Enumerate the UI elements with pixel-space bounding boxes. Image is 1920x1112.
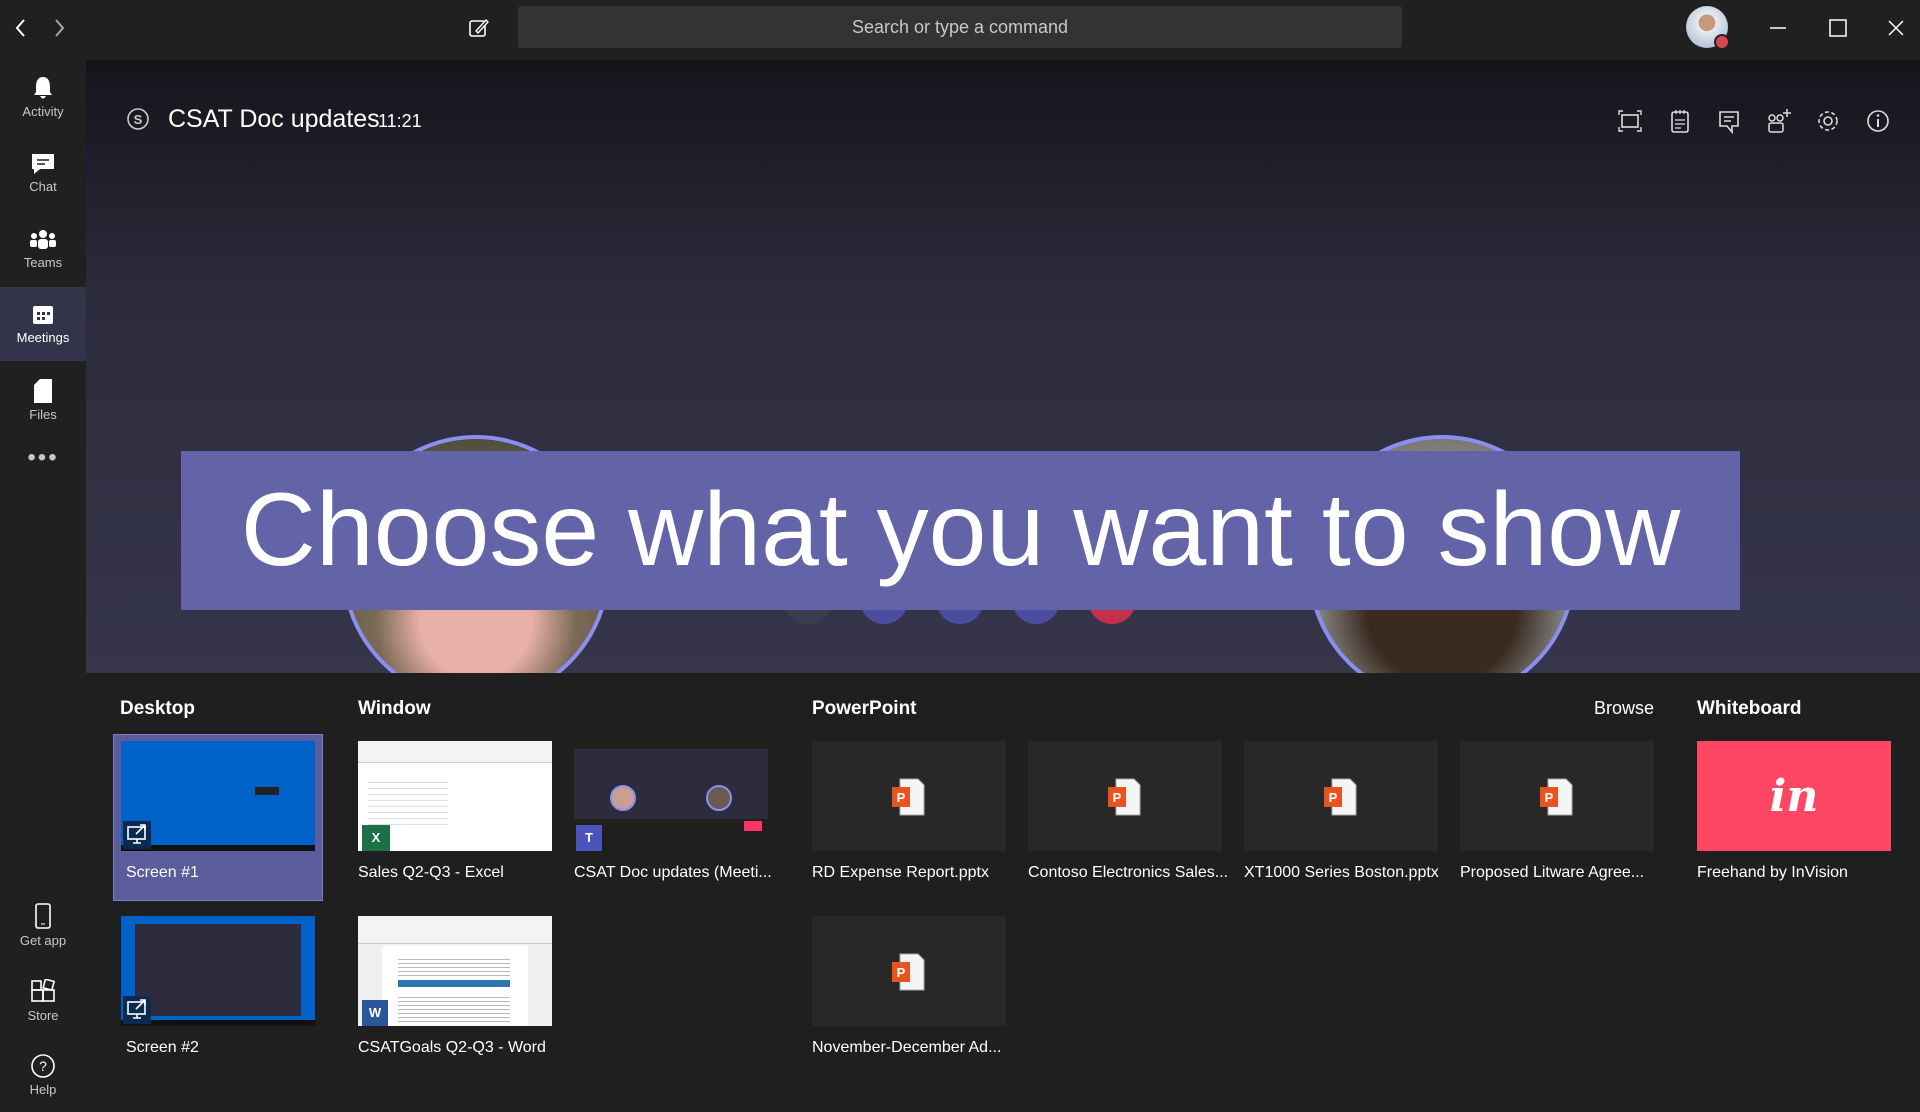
sidebar-item-label: Meetings (16, 330, 70, 345)
minimize-icon[interactable] (1768, 18, 1788, 38)
ppt-file-tile[interactable]: P (1244, 741, 1438, 851)
sidebar-item-teams[interactable]: Teams (0, 212, 86, 286)
presence-busy-badge (1714, 34, 1730, 50)
tile-label: CSATGoals Q2-Q3 - Word (358, 1039, 546, 1056)
teams-window-thumbnail[interactable]: T (574, 741, 768, 851)
tile-label: Proposed Litware Agree... (1460, 864, 1645, 881)
section-header-window: Window (358, 698, 431, 719)
ppt-file-tile[interactable]: P (812, 916, 1006, 1026)
more-apps-button[interactable]: ••• (0, 438, 86, 478)
svg-text:P: P (897, 790, 906, 805)
screen-1-thumbnail (121, 741, 315, 851)
meeting-duration: 11:21 (378, 111, 422, 131)
svg-text:P: P (1329, 790, 1338, 805)
tile-label: XT1000 Series Boston.pptx (1244, 864, 1439, 881)
app-bar: Activity Chat Teams Meetings Files ••• G… (0, 60, 86, 1097)
screen-2-thumbnail[interactable] (121, 916, 315, 1026)
meeting-title: CSAT Doc updates (168, 105, 380, 133)
sidebar-item-label: Get app (19, 933, 67, 948)
tile-label: CSAT Doc updates (Meeti... (574, 864, 772, 881)
close-icon[interactable] (1886, 18, 1906, 38)
ppt-file-tile[interactable]: P (812, 741, 1006, 851)
sidebar-item-meetings[interactable]: Meetings (0, 287, 86, 361)
sidebar-item-get-app[interactable]: Get app (0, 888, 86, 962)
section-header-desktop: Desktop (120, 698, 195, 719)
instruction-banner: Choose what you want to show (181, 451, 1740, 610)
search-input[interactable]: Search or type a command (518, 6, 1402, 48)
compose-icon[interactable] (468, 17, 490, 39)
svg-text:P: P (1113, 790, 1122, 805)
sidebar-item-help[interactable]: ? Help (0, 1038, 86, 1112)
powerpoint-icon: P (1108, 778, 1141, 816)
svg-text:P: P (897, 965, 906, 980)
svg-text:P: P (1545, 790, 1554, 805)
tile-label: November-December Ad... (812, 1039, 1002, 1056)
file-icon (34, 379, 52, 403)
svg-text:S: S (134, 112, 143, 127)
invision-whiteboard-tile[interactable]: in (1697, 741, 1891, 851)
tile-label: Freehand by InVision (1697, 864, 1848, 881)
browse-button[interactable]: Browse (1594, 698, 1654, 719)
skype-icon: S (127, 108, 149, 130)
sidebar-item-activity[interactable]: Activity (0, 60, 86, 134)
excel-icon: X (362, 825, 390, 851)
chat-icon (32, 154, 54, 174)
conversation-icon[interactable] (1718, 110, 1742, 134)
bell-icon (34, 77, 52, 99)
ppt-file-tile[interactable]: P (1460, 741, 1654, 851)
help-icon: ? (31, 1054, 55, 1078)
more-icon: ••• (27, 444, 59, 471)
tile-label: Screen #1 (126, 864, 199, 881)
info-icon[interactable] (1866, 109, 1890, 133)
add-people-icon[interactable] (1766, 108, 1792, 134)
powerpoint-icon: P (1324, 778, 1357, 816)
excel-window-thumbnail[interactable]: X (358, 741, 552, 851)
tile-label: Sales Q2-Q3 - Excel (358, 864, 504, 881)
word-icon: W (362, 1000, 388, 1026)
screen-share-icon (123, 821, 151, 849)
sidebar-item-label: Help (29, 1082, 57, 1097)
phone-icon (35, 903, 51, 929)
powerpoint-icon: P (892, 953, 925, 991)
sidebar-item-label: Activity (22, 104, 64, 119)
notes-icon[interactable] (1670, 108, 1690, 134)
word-window-thumbnail[interactable]: W (358, 916, 552, 1026)
ppt-file-tile[interactable]: P (1028, 741, 1222, 851)
sidebar-item-files[interactable]: Files (0, 363, 86, 437)
sidebar-item-store[interactable]: Store (0, 964, 86, 1038)
back-icon[interactable] (14, 18, 28, 38)
store-icon (31, 979, 56, 1002)
calendar-icon (33, 306, 53, 324)
tile-label: Contoso Electronics Sales... (1028, 864, 1229, 881)
maximize-icon[interactable] (1828, 18, 1848, 38)
svg-text:?: ? (39, 1058, 47, 1074)
forward-icon[interactable] (52, 18, 66, 38)
tile-label: RD Expense Report.pptx (812, 864, 989, 881)
section-header-whiteboard: Whiteboard (1697, 698, 1802, 719)
sidebar-item-label: Store (27, 1008, 59, 1023)
title-bar: Search or type a command (0, 0, 1920, 60)
sidebar-item-chat[interactable]: Chat (0, 136, 86, 210)
screen-share-icon (123, 996, 151, 1024)
invision-logo: in (1769, 770, 1819, 822)
tile-label: Screen #2 (126, 1039, 199, 1056)
settings-gear-icon[interactable] (1816, 109, 1840, 133)
powerpoint-icon: P (1540, 778, 1573, 816)
sidebar-item-label: Files (29, 407, 57, 422)
section-header-powerpoint: PowerPoint (812, 698, 917, 719)
teams-icon (30, 230, 56, 249)
fullscreen-icon[interactable] (1618, 110, 1642, 132)
teams-icon: T (576, 825, 602, 851)
powerpoint-icon: P (892, 778, 925, 816)
sidebar-item-label: Chat (29, 179, 57, 194)
sidebar-item-label: Teams (23, 255, 63, 270)
